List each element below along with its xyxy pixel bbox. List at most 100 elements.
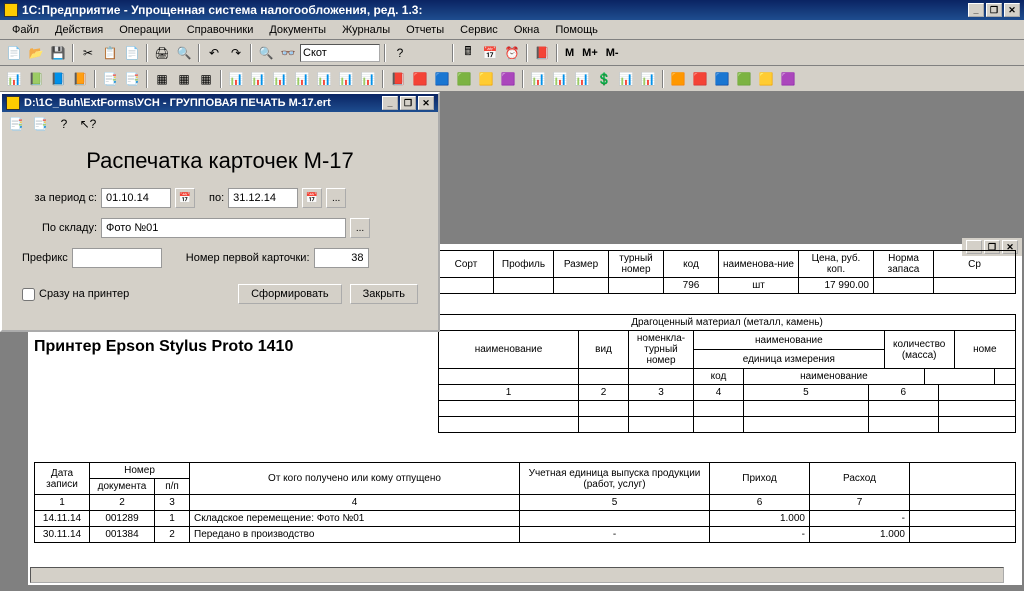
tb2-icon[interactable]: 🟦 bbox=[432, 69, 452, 89]
table-row: 30.11.14 001384 2 Передано в производств… bbox=[35, 527, 1016, 543]
menu-reports[interactable]: Отчеты bbox=[398, 22, 452, 38]
tb2-icon[interactable]: 💲 bbox=[594, 69, 614, 89]
table-row: 14.11.14 001289 1 Складское перемещение:… bbox=[35, 511, 1016, 527]
tb-preview-icon[interactable]: 🔍 bbox=[174, 43, 194, 63]
tb2-icon[interactable]: 🟦 bbox=[712, 69, 732, 89]
menu-windows[interactable]: Окна bbox=[506, 22, 548, 38]
maximize-button[interactable]: ❐ bbox=[986, 3, 1002, 17]
tb-book-icon[interactable]: 📕 bbox=[532, 43, 552, 63]
tb2-icon[interactable]: 📊 bbox=[248, 69, 268, 89]
dialog-maximize-button[interactable]: ❐ bbox=[400, 96, 416, 110]
warehouse-dots-button[interactable]: ... bbox=[350, 218, 370, 238]
tb2-icon[interactable]: 📗 bbox=[26, 69, 46, 89]
tb2-icon[interactable]: 📊 bbox=[270, 69, 290, 89]
menu-refs[interactable]: Справочники bbox=[179, 22, 262, 38]
date-picker-from-icon[interactable]: 📅 bbox=[175, 188, 195, 208]
tb2-icon[interactable]: 📊 bbox=[550, 69, 570, 89]
minimize-button[interactable]: _ bbox=[968, 3, 984, 17]
dlg-tb-pointer-icon[interactable]: ↖? bbox=[78, 114, 98, 134]
tb-cut-icon[interactable]: ✂ bbox=[78, 43, 98, 63]
dialog-toolbar: 📑 📑 ? ↖? bbox=[2, 112, 438, 136]
menu-help[interactable]: Помощь bbox=[547, 22, 606, 38]
prefix-input[interactable] bbox=[72, 248, 162, 268]
tb2-icon[interactable]: 📘 bbox=[48, 69, 68, 89]
dialog-close-btn[interactable]: Закрыть bbox=[350, 284, 418, 304]
tb-paste-icon[interactable]: 📄 bbox=[122, 43, 142, 63]
tb2-icon[interactable]: 📑 bbox=[100, 69, 120, 89]
t3-pp: п/п bbox=[155, 479, 190, 495]
tb2-icon[interactable]: ▦ bbox=[174, 69, 194, 89]
warehouse-label: По складу: bbox=[22, 222, 97, 234]
printer-title: Принтер Epson Stylus Proto 1410 bbox=[34, 338, 293, 356]
menu-actions[interactable]: Действия bbox=[47, 22, 111, 38]
date-picker-to-icon[interactable]: 📅 bbox=[302, 188, 322, 208]
direct-print-check-input[interactable] bbox=[22, 288, 35, 301]
tb-help-icon[interactable]: ? bbox=[390, 43, 410, 63]
tb2-icon[interactable]: 🟥 bbox=[690, 69, 710, 89]
tb-open-icon[interactable]: 📂 bbox=[26, 43, 46, 63]
tb2-icon[interactable]: 🟧 bbox=[668, 69, 688, 89]
tb-copy-icon[interactable]: 📋 bbox=[100, 43, 120, 63]
row-naim: шт bbox=[719, 278, 799, 294]
tb-mplus[interactable]: M+ bbox=[579, 47, 601, 59]
tb-m[interactable]: M bbox=[562, 47, 577, 59]
tb-undo-icon[interactable]: ↶ bbox=[204, 43, 224, 63]
menu-journals[interactable]: Журналы bbox=[334, 22, 398, 38]
menu-service[interactable]: Сервис bbox=[452, 22, 506, 38]
tb2-icon[interactable]: 🟨 bbox=[756, 69, 776, 89]
tb-calendar-icon[interactable]: 📅 bbox=[480, 43, 500, 63]
tb2-icon[interactable]: 📊 bbox=[616, 69, 636, 89]
t2-naim3: наименование bbox=[744, 369, 925, 385]
tb-binoculars-icon[interactable]: 👓 bbox=[278, 43, 298, 63]
tb-new-icon[interactable]: 📄 bbox=[4, 43, 24, 63]
period-from-input[interactable] bbox=[101, 188, 171, 208]
tb2-icon[interactable]: 📊 bbox=[226, 69, 246, 89]
tb2-icon[interactable]: 📙 bbox=[70, 69, 90, 89]
tb-find-icon[interactable]: 🔍 bbox=[256, 43, 276, 63]
close-button[interactable]: ✕ bbox=[1004, 3, 1020, 17]
tb2-icon[interactable]: 🟪 bbox=[778, 69, 798, 89]
period-dots-button[interactable]: ... bbox=[326, 188, 346, 208]
tb2-icon[interactable]: 📊 bbox=[292, 69, 312, 89]
tb-mminus[interactable]: M- bbox=[603, 47, 622, 59]
tb-search-combo[interactable] bbox=[300, 44, 380, 62]
tb2-icon[interactable]: 🟥 bbox=[410, 69, 430, 89]
menu-docs[interactable]: Документы bbox=[261, 22, 334, 38]
doc-hscroll[interactable] bbox=[30, 567, 1004, 583]
dialog-close-button[interactable]: ✕ bbox=[418, 96, 434, 110]
t2-kod: код bbox=[694, 369, 744, 385]
tb2-icon[interactable]: ▦ bbox=[196, 69, 216, 89]
tb2-icon[interactable]: 📊 bbox=[572, 69, 592, 89]
tb-redo-icon[interactable]: ↷ bbox=[226, 43, 246, 63]
tb-print-icon[interactable]: 🖨 bbox=[152, 43, 172, 63]
tb2-icon[interactable]: 🟩 bbox=[454, 69, 474, 89]
direct-print-checkbox[interactable]: Сразу на принтер bbox=[22, 288, 129, 301]
first-card-input[interactable] bbox=[314, 248, 369, 268]
tb2-icon[interactable]: 🟪 bbox=[498, 69, 518, 89]
dlg-tb-icon[interactable]: 📑 bbox=[30, 114, 50, 134]
tb2-icon[interactable]: 📊 bbox=[358, 69, 378, 89]
tb2-icon[interactable]: ▦ bbox=[152, 69, 172, 89]
dlg-tb-icon[interactable]: 📑 bbox=[6, 114, 26, 134]
tb-save-icon[interactable]: 💾 bbox=[48, 43, 68, 63]
t3-prihod: Приход bbox=[710, 463, 810, 495]
tb2-icon[interactable]: 🟩 bbox=[734, 69, 754, 89]
tb2-icon[interactable]: 📕 bbox=[388, 69, 408, 89]
menu-file[interactable]: Файл bbox=[4, 22, 47, 38]
menu-operations[interactable]: Операции bbox=[111, 22, 178, 38]
tb-clock-icon[interactable]: ⏰ bbox=[502, 43, 522, 63]
tb2-icon[interactable]: 📊 bbox=[314, 69, 334, 89]
tb2-icon[interactable]: 📊 bbox=[336, 69, 356, 89]
tb2-icon[interactable]: 🟨 bbox=[476, 69, 496, 89]
warehouse-input[interactable] bbox=[101, 218, 346, 238]
tb2-icon[interactable]: 📑 bbox=[122, 69, 142, 89]
tb2-icon[interactable]: 📊 bbox=[638, 69, 658, 89]
form-button[interactable]: Сформировать bbox=[238, 284, 342, 304]
print-dialog: D:\1C_Buh\ExtForms\УСН - ГРУППОВАЯ ПЕЧАТ… bbox=[0, 92, 440, 332]
tb2-icon[interactable]: 📊 bbox=[528, 69, 548, 89]
dialog-minimize-button[interactable]: _ bbox=[382, 96, 398, 110]
dlg-tb-icon[interactable]: ? bbox=[54, 114, 74, 134]
tb2-icon[interactable]: 📊 bbox=[4, 69, 24, 89]
tb-calc-icon[interactable]: 🖩 bbox=[458, 43, 478, 63]
period-to-input[interactable] bbox=[228, 188, 298, 208]
